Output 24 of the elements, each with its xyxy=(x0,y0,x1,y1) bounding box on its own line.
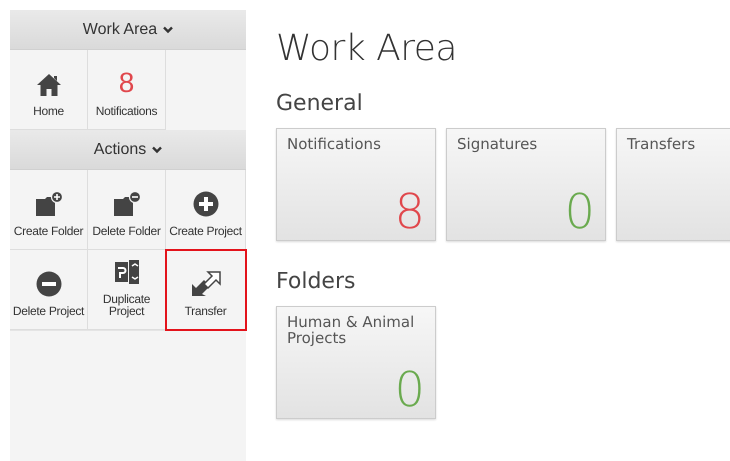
document-icon xyxy=(114,259,140,285)
home-icon xyxy=(36,73,62,97)
plus-circle-icon xyxy=(192,191,218,217)
folder-plus-icon xyxy=(34,191,62,217)
chevron-icon xyxy=(163,26,174,34)
minus-circle-icon xyxy=(36,271,62,297)
folder-minus-icon xyxy=(112,191,140,217)
action-tile[interactable]: Transfer xyxy=(166,250,246,330)
action-tile[interactable]: Delete Project xyxy=(10,250,88,330)
action-tile[interactable]: Create Folder xyxy=(10,170,88,250)
page-title: Work Area xyxy=(276,28,458,69)
section-heading: Folders xyxy=(276,269,356,294)
arrows-icon xyxy=(190,271,220,297)
section-header[interactable]: Actions xyxy=(10,130,246,170)
summary-tile[interactable]: Transfers xyxy=(616,128,730,241)
action-tile[interactable]: 8 Notifications xyxy=(88,50,166,130)
summary-tile[interactable]: Notifications 8 xyxy=(276,128,436,241)
summary-tile[interactable]: Signatures 0 xyxy=(446,128,606,241)
action-tile[interactable]: Delete Folder xyxy=(88,170,166,250)
section-heading: General xyxy=(276,91,364,116)
section-header[interactable]: Work Area xyxy=(10,10,246,50)
action-tile[interactable]: Home xyxy=(10,50,88,130)
chevron-icon xyxy=(152,146,162,154)
summary-tile[interactable]: Human & Animal Projects 0 xyxy=(276,306,436,419)
